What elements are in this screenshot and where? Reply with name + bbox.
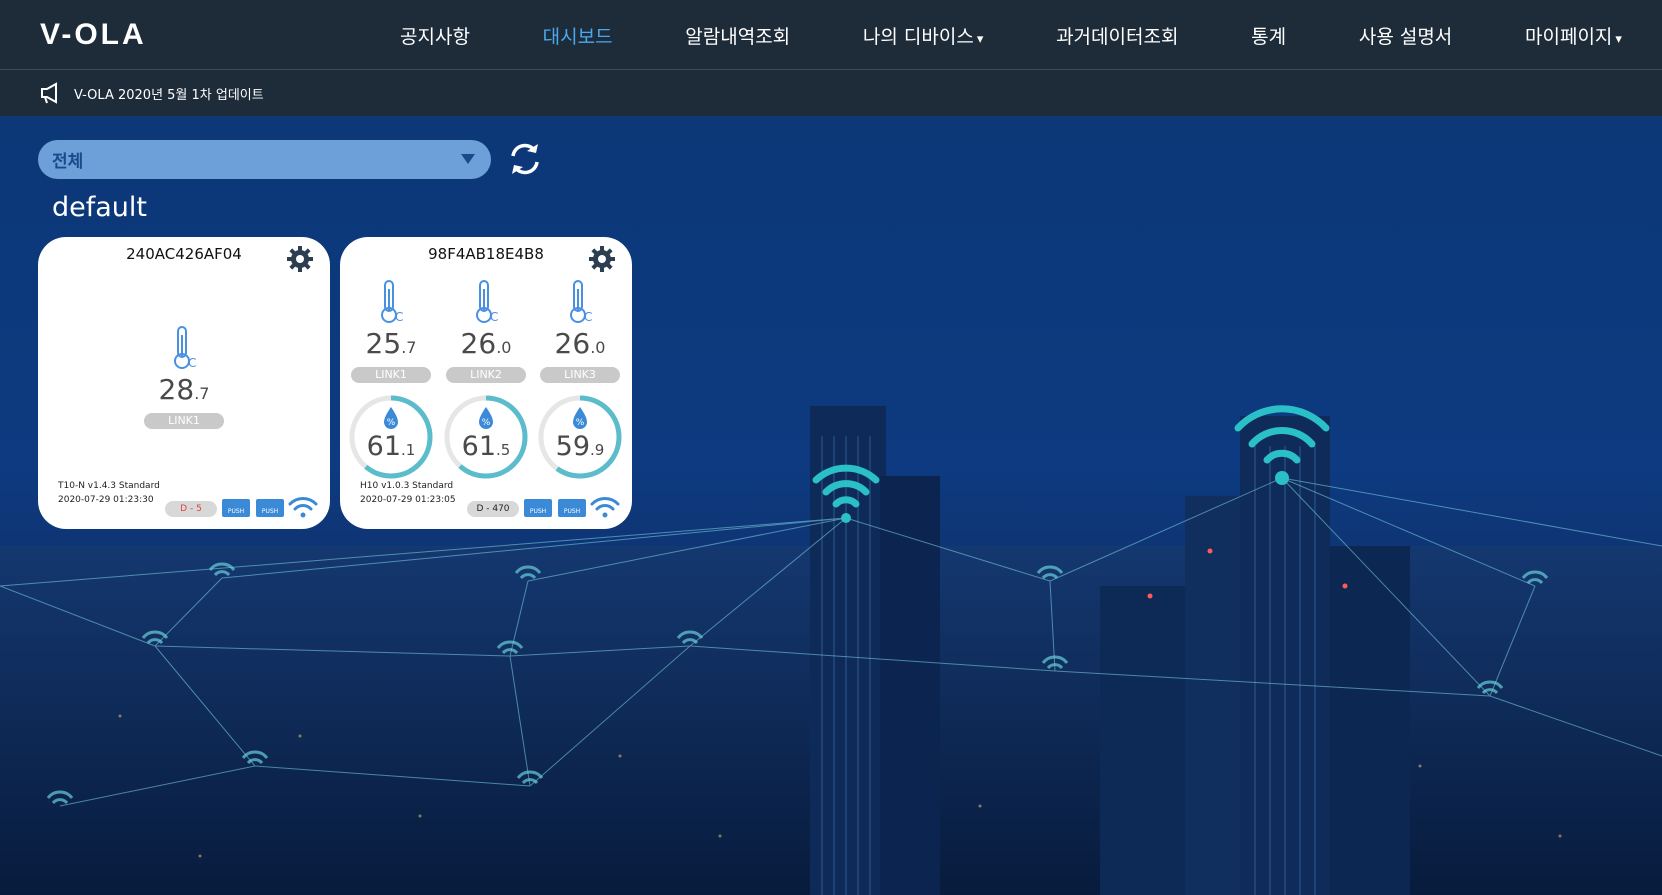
nav-past-data[interactable]: 과거데이터조회 [1056, 22, 1178, 49]
push-link-button[interactable]: PUSH [256, 499, 284, 517]
d-day-badge: D - 470 [467, 501, 519, 517]
refresh-icon[interactable] [504, 138, 546, 180]
logo-text: V-OLA [40, 18, 147, 51]
caret-down-icon: ▾ [1615, 31, 1622, 47]
link-label: LINK2 [446, 367, 526, 383]
humidity-gauge: % 61.1 [347, 393, 435, 481]
nav-notices[interactable]: 공지사항 [400, 22, 470, 49]
temperature-sensor: C 25.7 LINK1 [348, 279, 434, 383]
last-updated-timestamp: 2020-07-29 01:23:30 [58, 495, 154, 505]
push-alert-button[interactable]: PUSH [524, 499, 552, 517]
svg-text:C: C [490, 310, 498, 324]
top-navigation-bar: V-OLA 공지사항 대시보드 알람내역조회 나의 디바이스 ▾ 과거데이터조회 … [0, 0, 1662, 70]
link-label: LINK1 [351, 367, 431, 383]
svg-text:C: C [584, 310, 592, 324]
push-link-button[interactable]: PUSH [558, 499, 586, 517]
dropdown-arrow-icon [461, 154, 475, 164]
v-ola-logo[interactable]: V-OLA [40, 18, 147, 52]
d-day-badge: D - 5 [165, 501, 217, 517]
thermometer-icon: C [381, 280, 403, 324]
temperature-sensor: C 26.0 LINK3 [537, 279, 623, 383]
link-label: LINK3 [540, 367, 620, 383]
humidity-value: 59.9 [555, 431, 605, 462]
svg-text:%: % [387, 418, 396, 428]
gear-icon[interactable] [286, 245, 314, 273]
megaphone-icon [41, 82, 57, 104]
wifi-signal-icon [590, 497, 620, 518]
nav-my-page[interactable]: 마이페이지 ▾ [1525, 22, 1622, 49]
nav-my-devices[interactable]: 나의 디바이스 ▾ [863, 22, 983, 49]
svg-text:C: C [395, 310, 403, 324]
gear-icon[interactable] [588, 245, 616, 273]
last-updated-timestamp: 2020-07-29 01:23:05 [360, 495, 456, 505]
firmware-info: T10-N v1.4.3 Standard 2020-07-29 01:23:3… [58, 479, 160, 507]
humidity-gauge: % 61.5 [442, 393, 530, 481]
nav-dashboard[interactable]: 대시보드 [543, 22, 613, 49]
thermometer-icon: C [570, 280, 592, 324]
temperature-sensor: C 28.7 LINK1 [141, 325, 227, 429]
link-label: LINK1 [144, 413, 224, 429]
svg-text:%: % [482, 418, 491, 428]
svg-text:C: C [188, 356, 196, 370]
device-card[interactable]: 98F4AB18E4B8 C 25.7 LINK1 C 26.0 LINK2 C… [340, 237, 632, 529]
temperature-value: 25.7 [365, 327, 417, 360]
firmware-info: H10 v1.0.3 Standard 2020-07-29 01:23:05 [360, 479, 456, 507]
humidity-gauge: % 59.9 [536, 393, 624, 481]
firmware-version: H10 v1.0.3 Standard [360, 481, 454, 491]
caret-down-icon: ▾ [976, 31, 984, 47]
svg-text:%: % [576, 418, 585, 428]
group-name: default [52, 192, 148, 223]
nav-alarm-history[interactable]: 알람내역조회 [685, 22, 790, 49]
group-filter-value: 전체 [52, 152, 84, 172]
temperature-value: 26.0 [460, 327, 512, 360]
nav-statistics[interactable]: 통계 [1251, 22, 1286, 49]
thermometer-icon: C [174, 326, 196, 370]
temperature-value: 26.0 [554, 327, 606, 360]
humidity-value: 61.1 [366, 431, 416, 462]
humidity-value: 61.5 [461, 431, 511, 462]
device-card[interactable]: 240AC426AF04 C 28.7 LINK1 T10-N v1.4.3 S… [38, 237, 330, 529]
notice-text: V-OLA 2020년 5월 1차 업데이트 [74, 87, 264, 103]
push-alert-button[interactable]: PUSH [222, 499, 250, 517]
firmware-version: T10-N v1.4.3 Standard [58, 481, 160, 491]
group-filter-select[interactable]: 전체 [38, 140, 491, 179]
notice-bar[interactable]: V-OLA 2020년 5월 1차 업데이트 [0, 70, 1662, 116]
thermometer-icon: C [476, 280, 498, 324]
main-nav: 공지사항 대시보드 알람내역조회 나의 디바이스 ▾ 과거데이터조회 통계 사용 … [400, 0, 1622, 70]
wifi-signal-icon [288, 497, 318, 518]
temperature-value: 28.7 [158, 373, 210, 406]
temperature-sensor: C 26.0 LINK2 [443, 279, 529, 383]
nav-user-manual[interactable]: 사용 설명서 [1359, 22, 1452, 49]
